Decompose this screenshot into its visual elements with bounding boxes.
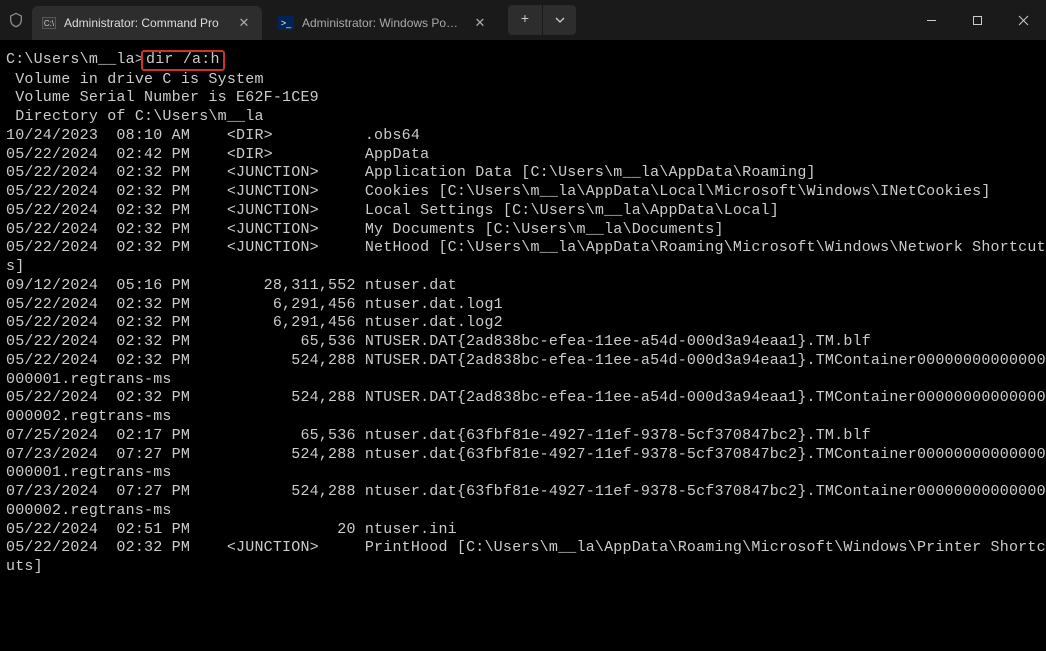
listing-row: 05/22/2024 02:32 PM <JUNCTION> Cookies [… <box>6 183 1040 202</box>
minimize-button[interactable] <box>908 0 954 40</box>
close-button[interactable] <box>1000 0 1046 40</box>
listing-row: s] <box>6 258 1040 277</box>
close-icon[interactable]: ✕ <box>472 15 488 31</box>
listing-row: 07/23/2024 07:27 PM 524,288 ntuser.dat{6… <box>6 483 1040 502</box>
tab-cmd[interactable]: C:\ Administrator: Command Pro ✕ <box>32 6 262 40</box>
listing-row: 05/22/2024 02:32 PM 65,536 NTUSER.DAT{2a… <box>6 333 1040 352</box>
listing-row: 05/22/2024 02:32 PM <JUNCTION> Applicati… <box>6 164 1040 183</box>
powershell-icon: >_ <box>278 16 294 30</box>
listing-row: 05/22/2024 02:32 PM 6,291,456 ntuser.dat… <box>6 314 1040 333</box>
window-controls <box>908 0 1046 40</box>
listing-row: 10/24/2023 08:10 AM <DIR> .obs64 <box>6 127 1040 146</box>
listing-row: 05/22/2024 02:32 PM <JUNCTION> Local Set… <box>6 202 1040 221</box>
listing-row: 07/25/2024 02:17 PM 65,536 ntuser.dat{63… <box>6 427 1040 446</box>
command-highlight: dir /a:h <box>141 50 225 71</box>
listing-row: 05/22/2024 02:32 PM <JUNCTION> NetHood [… <box>6 239 1040 258</box>
maximize-button[interactable] <box>954 0 1000 40</box>
close-icon[interactable]: ✕ <box>236 15 252 31</box>
titlebar: C:\ Administrator: Command Pro ✕ >_ Admi… <box>0 0 1046 40</box>
listing-row: 000002.regtrans-ms <box>6 408 1040 427</box>
listing-row: 000001.regtrans-ms <box>6 371 1040 390</box>
listing-row: 05/22/2024 02:32 PM <JUNCTION> My Docume… <box>6 221 1040 240</box>
serial-line: Volume Serial Number is E62F-1CE9 <box>6 89 1040 108</box>
listing-row: 05/22/2024 02:32 PM 524,288 NTUSER.DAT{2… <box>6 389 1040 408</box>
listing-row: 09/12/2024 05:16 PM 28,311,552 ntuser.da… <box>6 277 1040 296</box>
terminal-output[interactable]: C:\Users\m__la>dir /a:h Volume in drive … <box>0 40 1046 587</box>
shield-icon <box>0 0 32 40</box>
prompt: C:\Users\m__la> <box>6 51 144 70</box>
listing-rows: 10/24/2023 08:10 AM <DIR> .obs6405/22/20… <box>6 127 1040 577</box>
listing-row: 05/22/2024 02:51 PM 20 ntuser.ini <box>6 521 1040 540</box>
titlebar-left: C:\ Administrator: Command Pro ✕ >_ Admi… <box>0 0 576 40</box>
directory-line: Directory of C:\Users\m__la <box>6 108 1040 127</box>
new-tab-button[interactable]: + <box>508 5 542 35</box>
tab-dropdown-button[interactable] <box>542 5 576 35</box>
tab-powershell[interactable]: >_ Administrator: Windows Power ✕ <box>268 6 498 40</box>
volume-line: Volume in drive C is System <box>6 71 1040 90</box>
listing-row: 05/22/2024 02:32 PM <JUNCTION> PrintHood… <box>6 539 1040 558</box>
prompt-line: C:\Users\m__la>dir /a:h <box>6 50 1040 71</box>
tab-title: Administrator: Command Pro <box>64 16 228 30</box>
listing-row: uts] <box>6 558 1040 577</box>
tab-title: Administrator: Windows Power <box>302 16 464 30</box>
listing-row: 000001.regtrans-ms <box>6 464 1040 483</box>
newtab-group: + <box>508 5 576 35</box>
listing-row: 05/22/2024 02:42 PM <DIR> AppData <box>6 146 1040 165</box>
listing-row: 000002.regtrans-ms <box>6 502 1040 521</box>
cmd-icon: C:\ <box>42 17 56 29</box>
listing-row: 05/22/2024 02:32 PM 6,291,456 ntuser.dat… <box>6 296 1040 315</box>
listing-row: 07/23/2024 07:27 PM 524,288 ntuser.dat{6… <box>6 446 1040 465</box>
listing-row: 05/22/2024 02:32 PM 524,288 NTUSER.DAT{2… <box>6 352 1040 371</box>
